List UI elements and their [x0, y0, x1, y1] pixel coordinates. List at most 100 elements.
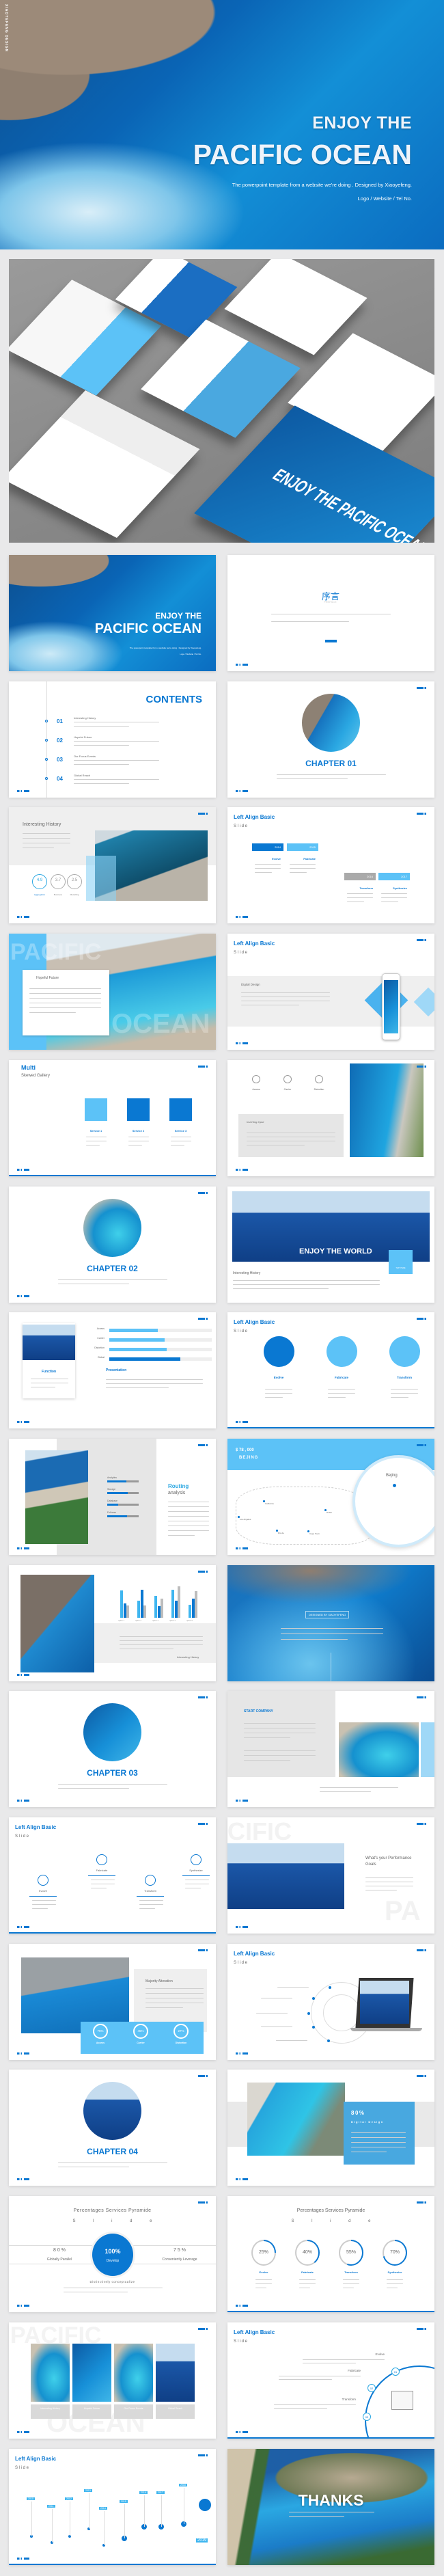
timeline-dot	[312, 2026, 315, 2029]
slide-logo-icon	[236, 2052, 248, 2055]
slide-thumbnail-21[interactable]: Left Align Basic S l i d e Evolve Fabricate…	[9, 1817, 216, 1934]
input-box-title: Inverting Input	[247, 1120, 264, 1124]
slide-thumbnail-6[interactable]: Left Align Basic S l i d e 2014 Evolve 2015 F…	[227, 807, 434, 923]
slide-thumbnail-20[interactable]: START COMPANY	[227, 1691, 434, 1807]
slide-thumbnail-9[interactable]: Multi Skewed Gallery Service 1 Service 2 Ser…	[9, 1060, 216, 1176]
triptych-photo	[227, 1843, 344, 1909]
slide-thumbnail-1[interactable]: ENJOY THE PACIFIC OCEAN The powerpoint tem…	[9, 555, 216, 671]
slide-corner-mark-icon	[198, 2454, 208, 2456]
slide-thumbnail-10[interactable]: Access Carrier Distortion Inverting Input	[227, 1060, 434, 1176]
feature-circle[interactable]	[327, 1336, 357, 1367]
slide-heading: Left Align Basic	[234, 814, 275, 820]
slide-logo-icon	[17, 1295, 29, 1297]
slide-thumbnail-30[interactable]: Left Align Basic S l i d e 01 Evolve 02 Fabri…	[227, 2322, 434, 2439]
feature-circle[interactable]	[389, 1336, 420, 1367]
text-placeholder-line	[328, 1397, 346, 1398]
feature-label: Fabricate	[334, 1376, 348, 1379]
ring-shape	[315, 1075, 323, 1083]
text-placeholder-line	[139, 1904, 163, 1905]
slide-thumbnail-27[interactable]: Percentages Services Pyramide S l i d e 8 …	[9, 2196, 216, 2312]
gallery-photo[interactable]	[31, 2344, 70, 2402]
cove-photo	[247, 2083, 345, 2156]
slide-thumbnail-11[interactable]: CHAPTER 02	[9, 1187, 216, 1303]
text-placeholder-line	[265, 1397, 283, 1398]
year-tag: 2017	[156, 2491, 165, 2494]
text-placeholder-line	[290, 868, 316, 869]
laptop-base	[350, 2028, 422, 2031]
text-placeholder-line	[168, 1516, 209, 1517]
gallery-photo[interactable]	[114, 2344, 153, 2402]
slide-thumbnail-31[interactable]: Left Align Basic S l i d e 2010 2011 2012 201…	[9, 2449, 216, 2565]
step-label[interactable]: Synthesize	[182, 1869, 210, 1872]
slide-thumbnail-4[interactable]: CHAPTER 01	[227, 681, 434, 798]
slide-thumbnail-8[interactable]: Left Align Basic S l i d e Digital Design	[227, 934, 434, 1050]
slide-thumbnail-12[interactable]: ENJOY THE WORLD TEXT HERE Interesting Hist…	[227, 1187, 434, 1303]
icon-label: Distortion	[314, 1088, 324, 1091]
slide-logo-icon	[236, 1169, 248, 1171]
service-icon-tile[interactable]	[169, 1098, 192, 1121]
slide-thumbnail-32[interactable]: THANKS	[227, 2449, 434, 2565]
slide-thumbnail-25[interactable]: CHAPTER 04	[9, 2070, 216, 2186]
company-photo	[339, 1722, 419, 1777]
text-placeholder-line	[347, 897, 373, 898]
service-label[interactable]: Service 2	[124, 1129, 153, 1133]
contents-item-label[interactable]: Global Reach	[74, 774, 90, 777]
slide-thumbnail-14[interactable]: Left Align Basic S l i d e Evolve Fabricate…	[227, 1312, 434, 1428]
timeline-year-tag: 2017	[378, 873, 410, 880]
slide-thumbnail-2[interactable]: 序言 PREFACE	[227, 555, 434, 671]
routing-bar-fill	[107, 1492, 128, 1494]
slide-thumbnail-19[interactable]: CHAPTER 03	[9, 1691, 216, 1807]
text-placeholder-line	[145, 1993, 204, 1994]
slide-thumbnail-22[interactable]: CIFIC PA What's your Performance Goals	[227, 1817, 434, 1934]
stat-value: 27%	[178, 2029, 184, 2033]
preface-accent-bar	[325, 640, 337, 642]
ring-shape	[323, 1994, 360, 2031]
gallery-caption: Hopeful Future	[83, 2407, 100, 2410]
step-label[interactable]: Fabricate	[88, 1869, 115, 1872]
bar-fill	[109, 1357, 180, 1361]
service-icon-tile[interactable]	[127, 1098, 150, 1121]
slide-thumbnail-26[interactable]: 80% Digital Design	[227, 2070, 434, 2186]
text-placeholder-line	[255, 2279, 272, 2280]
contents-item-number[interactable]: 01	[57, 718, 63, 724]
slide-thumbnail-18[interactable]: DESIGNED BY XIAOYEFENG	[227, 1565, 434, 1681]
chart-bar	[123, 1603, 126, 1618]
timeline-year-tag: 2014	[252, 843, 283, 851]
service-label[interactable]: Service 1	[81, 1129, 111, 1133]
slide-thumbnail-15[interactable]: Analytics Storage Database Fullness Routing a…	[9, 1439, 216, 1555]
watermark-text: PACIFIC	[10, 939, 102, 965]
slide-thumbnail-16[interactable]: $ 78 , 000 BEJING Bejing California Los Ange…	[227, 1439, 434, 1555]
service-label[interactable]: Service 3	[166, 1129, 195, 1133]
slide-thumbnail-24[interactable]: Left Align Basic S l i d e	[227, 1944, 434, 2060]
timeline-dot	[307, 2012, 310, 2015]
year-stem	[144, 2495, 145, 2527]
step-label[interactable]: Evolve	[29, 1889, 57, 1893]
contents-item-number[interactable]: 03	[57, 757, 63, 763]
company-bg	[227, 1691, 335, 1777]
text-placeholder-line	[74, 760, 159, 761]
year-tag: 2011	[47, 2505, 55, 2508]
step-label[interactable]: Transform	[137, 1889, 164, 1893]
slide-thumbnail-17[interactable]: option 1 option 2 option 3 option 4 option 5…	[9, 1565, 216, 1681]
gallery-photo[interactable]	[72, 2344, 111, 2402]
contents-item-label[interactable]: Our Focus Events	[74, 755, 96, 758]
contents-item-label[interactable]: Interesting History	[74, 716, 96, 720]
gallery-photo[interactable]	[156, 2344, 195, 2402]
slide-thumbnail-23[interactable]: Majority Alteration 75% Access 45% Carrier 27…	[9, 1944, 216, 2060]
contents-item-label[interactable]: Hopeful Future	[74, 735, 92, 739]
slide-thumbnail-13[interactable]: Function Access Carrier Distortion Global Pre…	[9, 1312, 216, 1428]
slide-thumbnail-28[interactable]: Percentages Services Pyramide S l i d e 25…	[227, 2196, 434, 2312]
service-icon-tile[interactable]	[85, 1098, 107, 1121]
preface-subtitle: PREFACE	[324, 600, 337, 604]
text-placeholder-line	[277, 1987, 309, 1988]
slide-logo-icon	[17, 2305, 29, 2307]
text-placeholder-line	[74, 726, 130, 727]
slide-thumbnail-29[interactable]: PACIFIC OCEAN Interesting History Hopeful F…	[9, 2322, 216, 2439]
feature-circle[interactable]	[264, 1336, 294, 1367]
text-placeholder-line	[347, 901, 364, 902]
contents-item-number[interactable]: 04	[57, 776, 63, 782]
slide-thumbnail-3[interactable]: CONTENTS 01 Interesting History 02 Hopeful F…	[9, 681, 216, 798]
slide-thumbnail-5[interactable]: Interesting History 4.9 Aggregation 3.7 Busi…	[9, 807, 216, 923]
slide-thumbnail-7[interactable]: PACIFIC OCEAN Hopeful Future	[9, 934, 216, 1050]
contents-item-number[interactable]: 02	[57, 737, 63, 744]
